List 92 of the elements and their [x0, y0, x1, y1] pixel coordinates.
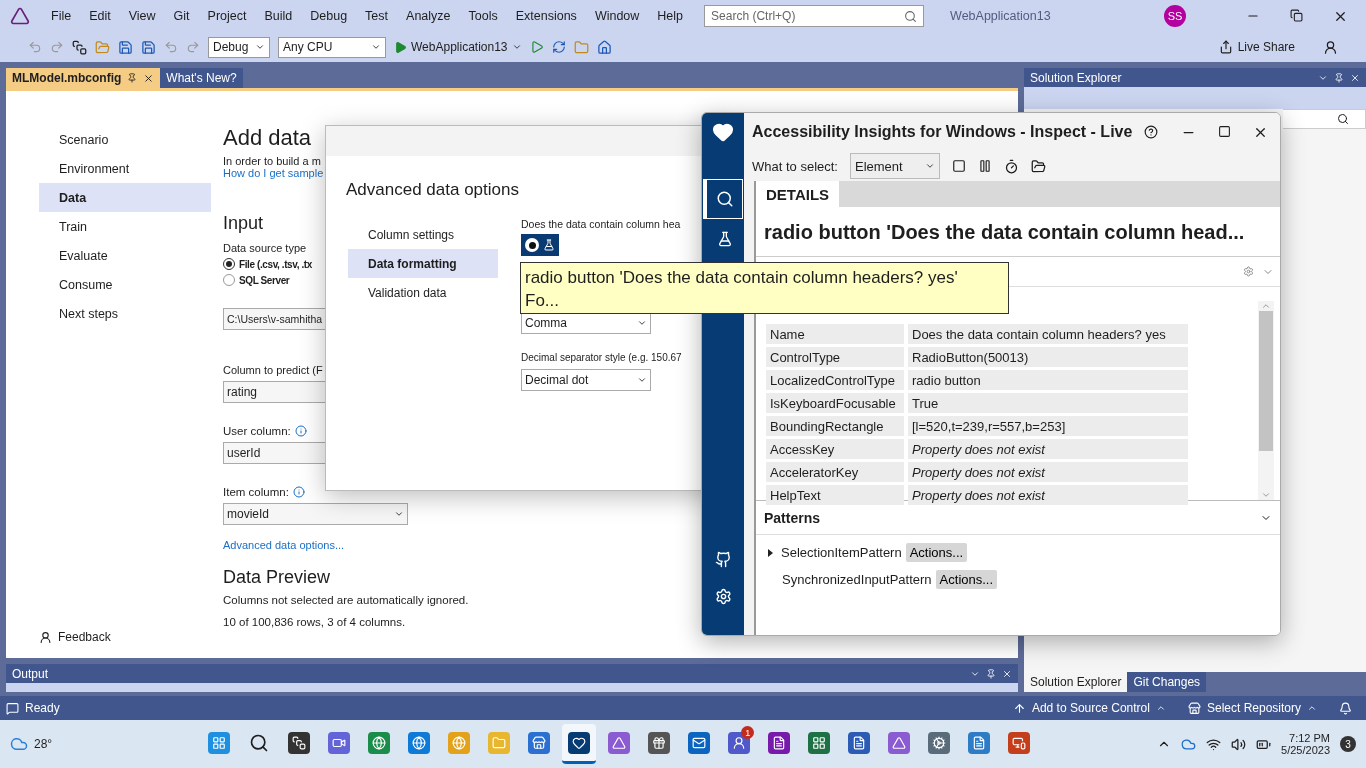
menu-item[interactable]: Help	[648, 9, 693, 23]
platform-dropdown[interactable]: Any CPU	[278, 36, 386, 58]
solution-explorer-header: Solution Explorer	[1024, 68, 1366, 87]
property-value: [l=520,t=239,r=557,b=253]	[908, 416, 1188, 436]
element-heading: radio button 'Does the data contain column head...	[756, 207, 1280, 257]
property-name: BoundingRectangle	[766, 416, 904, 436]
step-item[interactable]: Train	[39, 212, 211, 241]
preview-count: 10 of 100,836 rows, 3 of 4 columns.	[223, 616, 406, 628]
output-panel-header: Output	[6, 664, 1018, 683]
user-avatar[interactable]: SS	[1164, 5, 1186, 27]
details-tab[interactable]: DETAILS	[756, 181, 840, 207]
item-column-dropdown[interactable]: movieId	[223, 503, 408, 525]
step-item[interactable]: Environment	[39, 154, 211, 183]
property-value: radio button	[908, 370, 1188, 390]
weather-widget[interactable]: 28°	[10, 735, 53, 753]
decimal-dropdown[interactable]: Decimal dot	[521, 369, 651, 391]
notification-count: 3	[1340, 736, 1356, 752]
select-label: What to select:	[752, 158, 838, 174]
property-name: LocalizedControlType	[766, 370, 904, 390]
intro-text: In order to build a m	[223, 155, 321, 167]
menu-item[interactable]: Extensions	[506, 9, 586, 23]
menu-item[interactable]: Test	[356, 9, 398, 23]
dialog-nav-item[interactable]: Column settings	[348, 220, 498, 249]
step-item[interactable]: Consume	[39, 270, 211, 299]
pane-tab[interactable]: Git Changes	[1127, 672, 1207, 692]
property-value: Property does not exist	[908, 439, 1188, 459]
property-name: AcceleratorKey	[766, 462, 904, 482]
section-heading: Patterns	[764, 509, 821, 526]
dialog-nav-item[interactable]: Validation data	[348, 278, 498, 307]
actions-button[interactable]: Actions...	[935, 570, 998, 589]
field-label: Item column:	[223, 486, 289, 498]
property-name: HelpText	[766, 485, 904, 505]
advanced-options-link[interactable]: Advanced data options...	[223, 539, 345, 551]
question-label: Does the data contain column hea	[521, 218, 681, 230]
step-item[interactable]: Evaluate	[39, 241, 211, 270]
configuration-dropdown[interactable]: Debug	[208, 36, 270, 58]
property-name: AccessKey	[766, 439, 904, 459]
property-name: IsKeyboardFocusable	[766, 393, 904, 413]
tooltip: radio button 'Does the data contain column headers? yes' Fo...	[520, 262, 1009, 314]
menu-item[interactable]: Git	[164, 9, 199, 23]
status-text: Ready	[25, 701, 60, 715]
select-mode-dropdown[interactable]: Element	[850, 153, 940, 179]
step-item[interactable]: Scenario	[39, 125, 211, 154]
run-button[interactable]: WebApplication13	[394, 40, 522, 54]
window-title: Accessibility Insights for Windows - Inspect - Live	[752, 123, 1133, 141]
menu-item[interactable]: Edit	[80, 9, 120, 23]
actions-button[interactable]: Actions...	[905, 543, 968, 562]
separator-dropdown[interactable]: Comma	[521, 312, 651, 334]
step-item[interactable]: Next steps	[39, 299, 211, 328]
pattern-name: SynchronizedInputPattern	[782, 572, 932, 587]
property-value: RadioButton(50013)	[908, 347, 1188, 367]
menu-item[interactable]: Project	[198, 9, 256, 23]
source-control-button[interactable]: Add to Source Control	[1012, 701, 1166, 715]
window-title: WebApplication13	[950, 9, 1051, 23]
menu-item[interactable]: Tools	[459, 9, 507, 23]
radio-label: SQL Server	[239, 274, 290, 286]
clock[interactable]: 7:12 PM 5/25/2023	[1281, 732, 1330, 756]
document-tab[interactable]: What's New?	[160, 68, 243, 88]
menu-item[interactable]: Analyze	[397, 9, 460, 23]
section-heading: Input	[223, 213, 264, 234]
dialog-nav-item[interactable]: Data formatting	[348, 249, 498, 278]
live-share-button[interactable]: Live Share	[1218, 40, 1295, 54]
search-field[interactable]: Search (Ctrl+Q)	[704, 5, 925, 27]
menu-item[interactable]: Build	[255, 9, 302, 23]
notification-badge: 1	[741, 726, 755, 739]
pattern-name: SelectionItemPattern	[781, 545, 902, 560]
feedback-link[interactable]: Feedback	[58, 630, 111, 644]
property-value: Property does not exist	[908, 462, 1188, 482]
dialog-title: Advanced data options	[345, 179, 520, 200]
property-value: Property does not exist	[908, 485, 1188, 505]
field-label: User column:	[223, 425, 291, 437]
pane-tab[interactable]: Solution Explorer	[1024, 672, 1128, 692]
radio-label: File (.csv, .tsv, .tx	[239, 258, 312, 270]
field-label: Data source type	[223, 242, 307, 254]
help-link[interactable]: How do I get sample	[223, 167, 324, 179]
document-tab[interactable]: MLModel.mbconfig	[6, 68, 161, 88]
property-value: Does the data contain column headers? yes	[908, 324, 1188, 344]
section-heading: Data Preview	[223, 567, 331, 588]
property-name: Name	[766, 324, 904, 344]
preview-note: Columns not selected are automatically ignored.	[223, 594, 469, 606]
taskbar-app[interactable]: 1	[722, 724, 757, 764]
menu-item[interactable]: View	[119, 9, 165, 23]
step-item[interactable]: Data	[39, 183, 211, 212]
menu-item[interactable]: Window	[585, 9, 649, 23]
menu-item[interactable]: Debug	[301, 9, 357, 23]
page-title: Add data	[223, 125, 312, 151]
field-label: Column to predict (F	[223, 364, 323, 376]
property-name: ControlType	[766, 347, 904, 367]
field-label: Decimal separator style (e.g. 150.67	[521, 352, 682, 363]
property-value: True	[908, 393, 1188, 413]
menu-item[interactable]: File	[42, 9, 81, 23]
repository-button[interactable]: Select Repository	[1187, 701, 1317, 715]
